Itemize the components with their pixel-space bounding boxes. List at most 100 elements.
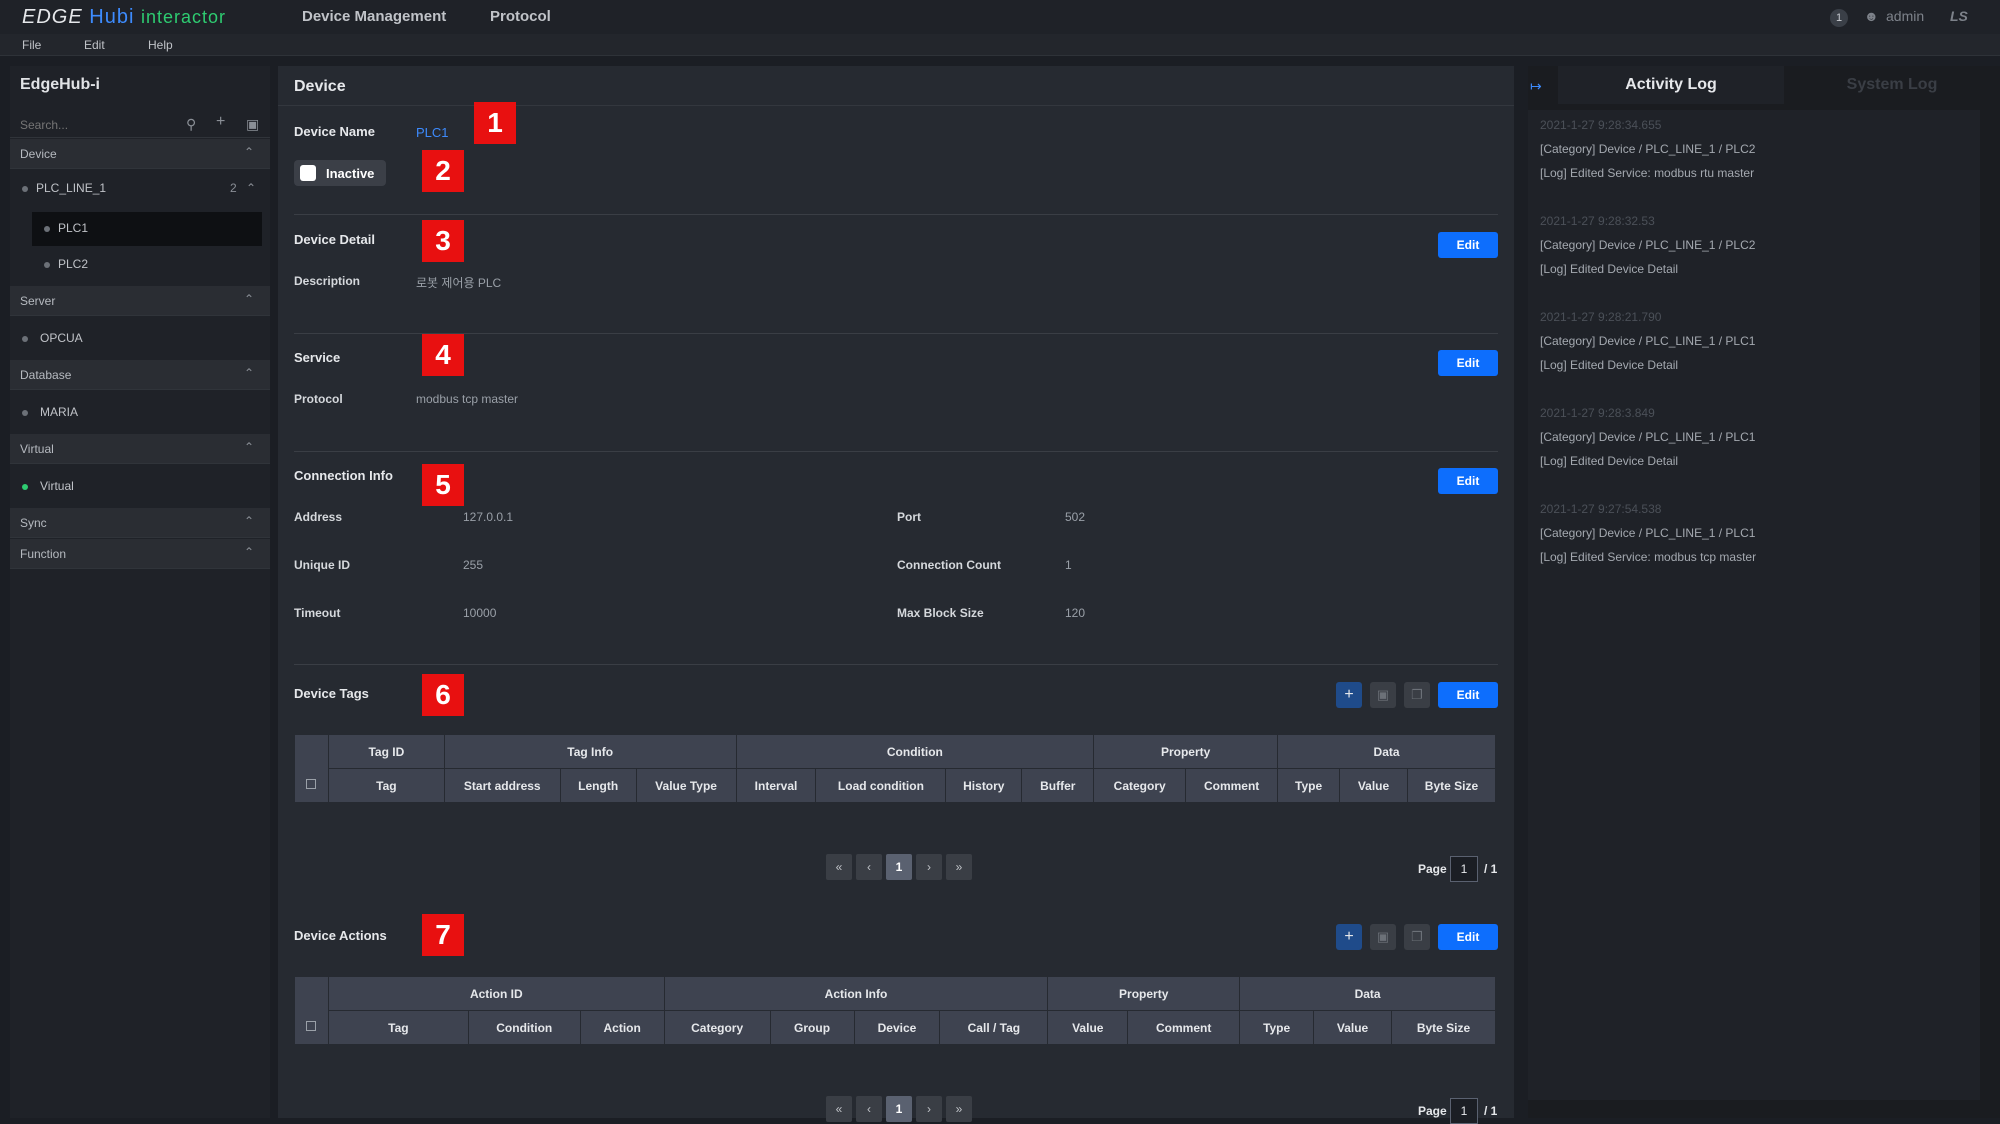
- column-header[interactable]: Tag: [327, 1010, 469, 1045]
- logo-separator: i: [128, 6, 135, 28]
- last-page-button[interactable]: »: [946, 854, 972, 880]
- page-label: Page: [1418, 1104, 1447, 1118]
- device-detail-title: Device Detail: [294, 232, 375, 247]
- last-page-button[interactable]: »: [946, 1096, 972, 1122]
- section-sync[interactable]: Sync ⌃: [10, 508, 270, 538]
- edit-detail-button[interactable]: Edit: [1438, 232, 1498, 258]
- collapse-panel-icon[interactable]: ↦: [1530, 78, 1542, 95]
- column-header[interactable]: Byte Size: [1391, 1010, 1496, 1045]
- menu-bar: File Edit Help: [0, 34, 2000, 56]
- delete-tag-button[interactable]: ▣: [1370, 682, 1396, 708]
- column-header[interactable]: Comment: [1185, 768, 1279, 803]
- sidebar-item-plc2[interactable]: PLC2: [32, 248, 262, 282]
- menu-edit[interactable]: Edit: [84, 38, 105, 52]
- tab-activity-log[interactable]: Activity Log: [1558, 66, 1784, 104]
- copy-action-button[interactable]: ❐: [1404, 924, 1430, 950]
- column-header[interactable]: Category: [1093, 768, 1187, 803]
- add-action-button[interactable]: +: [1336, 924, 1362, 950]
- menu-file[interactable]: File: [22, 38, 41, 52]
- edit-service-button[interactable]: Edit: [1438, 350, 1498, 376]
- column-header[interactable]: Tag: [327, 768, 445, 803]
- log-list: 2021-1-27 9:28:34.655 [Category] Device …: [1528, 110, 1980, 1100]
- tab-system-log[interactable]: System Log: [1784, 66, 2000, 104]
- edit-connection-button[interactable]: Edit: [1438, 468, 1498, 494]
- device-actions-table: Action ID Action Info Property Data Tag …: [294, 976, 1496, 1045]
- notification-badge[interactable]: 1: [1830, 9, 1848, 27]
- column-header[interactable]: Value: [1313, 1010, 1393, 1045]
- column-header[interactable]: Group: [769, 1010, 855, 1045]
- column-header[interactable]: Category: [663, 1010, 771, 1045]
- next-page-button[interactable]: ›: [916, 1096, 942, 1122]
- page-input[interactable]: 1: [1450, 856, 1478, 882]
- column-header[interactable]: Action: [579, 1010, 665, 1045]
- sidebar-item-opcua[interactable]: OPCUA: [10, 322, 270, 356]
- nav-protocol[interactable]: Protocol: [490, 8, 551, 25]
- column-header[interactable]: Comment: [1127, 1010, 1241, 1045]
- section-database[interactable]: Database ⌃: [10, 360, 270, 390]
- prev-page-button[interactable]: ‹: [856, 1096, 882, 1122]
- page-1-button[interactable]: 1: [886, 1096, 912, 1122]
- section-function[interactable]: Function ⌃: [10, 539, 270, 569]
- column-header[interactable]: Length: [559, 768, 637, 803]
- log-category: [Category] Device / PLC_LINE_1 / PLC2: [1540, 238, 1756, 252]
- device-name-value[interactable]: PLC1: [416, 125, 449, 140]
- trash-icon[interactable]: ▣: [246, 116, 259, 133]
- divider: [294, 214, 1498, 215]
- copy-tag-button[interactable]: ❐: [1404, 682, 1430, 708]
- column-header[interactable]: History: [945, 768, 1023, 803]
- column-header[interactable]: Type: [1239, 1010, 1315, 1045]
- menu-help[interactable]: Help: [148, 38, 173, 52]
- column-header[interactable]: Start address: [443, 768, 561, 803]
- select-all-checkbox[interactable]: [306, 779, 317, 789]
- sidebar-item-maria[interactable]: MARIA: [10, 396, 270, 430]
- select-all-checkbox[interactable]: [306, 1021, 317, 1031]
- tags-pagination: « ‹ 1 › »: [826, 854, 974, 880]
- search-icon[interactable]: ⚲: [186, 116, 196, 133]
- column-header[interactable]: Type: [1277, 768, 1341, 803]
- first-page-button[interactable]: «: [826, 854, 852, 880]
- column-header[interactable]: Value Type: [635, 768, 737, 803]
- column-header[interactable]: Value: [1047, 1010, 1129, 1045]
- section-virtual[interactable]: Virtual ⌃: [10, 434, 270, 464]
- log-entry: 2021-1-27 9:27:54.538 [Category] Device …: [1540, 502, 1756, 564]
- chevron-up-icon[interactable]: ⌃: [244, 514, 254, 528]
- next-page-button[interactable]: ›: [916, 854, 942, 880]
- first-page-button[interactable]: «: [826, 1096, 852, 1122]
- sidebar-item-plc1[interactable]: PLC1: [32, 212, 262, 246]
- status-toggle[interactable]: Inactive: [294, 160, 386, 186]
- chevron-up-icon[interactable]: ⌃: [244, 440, 254, 454]
- section-device[interactable]: Device ⌃: [10, 139, 270, 169]
- chevron-up-icon[interactable]: ⌃: [244, 145, 254, 159]
- delete-action-button[interactable]: ▣: [1370, 924, 1396, 950]
- page-input[interactable]: 1: [1450, 1098, 1478, 1124]
- chevron-up-icon[interactable]: ⌃: [244, 545, 254, 559]
- add-icon[interactable]: +: [216, 113, 225, 131]
- edit-actions-button[interactable]: Edit: [1438, 924, 1498, 950]
- chevron-up-icon[interactable]: ⌃: [244, 366, 254, 380]
- toggle-checkbox[interactable]: [300, 165, 316, 181]
- edit-tags-button[interactable]: Edit: [1438, 682, 1498, 708]
- prev-page-button[interactable]: ‹: [856, 854, 882, 880]
- column-header[interactable]: Device: [853, 1010, 941, 1045]
- chevron-up-icon[interactable]: ⌃: [244, 292, 254, 306]
- sidebar-item-label: PLC1: [58, 221, 89, 235]
- group-header: Action Info: [663, 976, 1049, 1011]
- column-header[interactable]: Condition: [467, 1010, 581, 1045]
- section-server[interactable]: Server ⌃: [10, 286, 270, 316]
- column-header[interactable]: Buffer: [1021, 768, 1095, 803]
- column-header[interactable]: Byte Size: [1406, 768, 1497, 803]
- user-icon[interactable]: ☻: [1864, 8, 1879, 24]
- nav-device-management[interactable]: Device Management: [302, 8, 446, 25]
- column-header[interactable]: Value: [1339, 768, 1408, 803]
- chevron-up-icon[interactable]: ⌃: [246, 181, 256, 195]
- sidebar-item-virtual[interactable]: Virtual: [10, 470, 270, 504]
- search-input[interactable]: [20, 116, 180, 134]
- section-server-label: Server: [20, 294, 56, 308]
- column-header[interactable]: Call / Tag: [939, 1010, 1049, 1045]
- page-1-button[interactable]: 1: [886, 854, 912, 880]
- sidebar-group-plc-line-1[interactable]: PLC_LINE_1 2 ⌃: [10, 172, 270, 206]
- column-header[interactable]: Interval: [735, 768, 817, 803]
- column-header[interactable]: Load condition: [815, 768, 947, 803]
- add-tag-button[interactable]: +: [1336, 682, 1362, 708]
- user-name[interactable]: admin: [1886, 8, 1924, 24]
